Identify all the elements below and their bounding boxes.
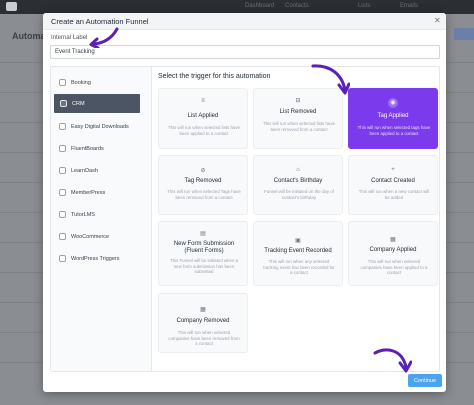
trigger-description: This will run when selected Tags have be… <box>167 189 241 200</box>
crm-icon <box>60 100 67 107</box>
sidebar-item-tutorlms[interactable]: TutorLMS <box>53 205 149 224</box>
nav-dashboard[interactable]: Dashboard <box>245 3 274 9</box>
trigger-description: This will run when selected tags have be… <box>357 125 431 136</box>
wordpress-logo-icon <box>6 2 17 11</box>
sidebar-item-label: CRM <box>72 100 85 107</box>
trigger-description: This will run when selected companies ha… <box>360 259 428 276</box>
trigger-card-company-removed[interactable]: ▦ Company Removed This will run when sel… <box>158 293 248 353</box>
sidebar-item-memberpress[interactable]: MemberPress <box>53 183 149 202</box>
trigger-card-tag-applied[interactable]: ◉ Tag Applied This will run when selecte… <box>348 88 438 149</box>
nav-contacts[interactable]: Contacts <box>285 3 309 9</box>
sidebar-item-edd[interactable]: Easy Digital Downloads <box>53 117 149 136</box>
trigger-description: This will run when a new contact will be… <box>358 189 430 200</box>
trigger-title: Tag Removed <box>184 178 222 184</box>
automation-funnel-modal: Create an Automation Funnel ✕ Internal L… <box>43 13 446 392</box>
tag-icon: ◉ <box>349 98 437 108</box>
trigger-title: Contact's Birthday <box>273 178 323 184</box>
trigger-card-form-submission[interactable]: ▤ New Form Submission (Fluent Forms) Thi… <box>158 221 248 286</box>
trigger-title: Tag Applied <box>377 113 409 119</box>
trigger-description: This will run when any selected tracking… <box>263 259 335 276</box>
form-icon: ▤ <box>200 231 206 237</box>
trigger-title: Tracking Event Recorded <box>264 248 332 254</box>
background-new-button[interactable] <box>454 28 474 40</box>
continue-button[interactable]: Continue <box>408 374 442 387</box>
sidebar-item-label: Easy Digital Downloads <box>71 123 129 130</box>
sidebar-item-crm[interactable]: CRM <box>54 94 140 113</box>
memberpress-icon <box>59 189 66 196</box>
wordpress-icon <box>59 255 66 262</box>
sidebar-item-label: WordPress Triggers <box>71 255 120 262</box>
trigger-description: This will run when selected lists have b… <box>263 121 335 132</box>
sidebar-item-wordpress-triggers[interactable]: WordPress Triggers <box>53 249 149 268</box>
trigger-selector: Booking CRM Easy Digital Downloads Fluen… <box>50 66 440 372</box>
annotation-arrow-icon <box>373 348 412 373</box>
tutorlms-icon <box>59 211 66 218</box>
booking-icon <box>59 79 66 86</box>
sidebar-item-fluentboards[interactable]: FluentBoards <box>53 139 149 158</box>
tag-remove-icon: ⊘ <box>200 168 206 174</box>
learndash-icon <box>59 167 66 174</box>
nav-lists[interactable]: Lists <box>358 3 370 9</box>
sidebar-item-label: LearnDash <box>71 167 98 174</box>
internal-label-heading: Internal Label <box>51 35 88 41</box>
trigger-card-contact-birthday[interactable]: ⌂ Contact's Birthday Funnel will be init… <box>253 155 343 215</box>
trigger-title: Company Applied <box>369 247 417 253</box>
trigger-title: New Form Submission (Fluent Forms) <box>173 241 235 254</box>
birthday-cake-icon: ⌂ <box>296 167 300 173</box>
edd-icon <box>59 123 66 130</box>
trigger-category-sidebar: Booking CRM Easy Digital Downloads Fluen… <box>51 67 152 371</box>
company-icon: ▦ <box>390 237 396 243</box>
annotation-arrow-icon <box>89 27 119 48</box>
annotation-arrow-icon <box>311 64 350 95</box>
modal-title: Create an Automation Funnel <box>51 17 149 26</box>
trigger-description: This Funnel will be initiated when a new… <box>169 258 239 275</box>
sidebar-item-label: TutorLMS <box>71 211 95 218</box>
trigger-title: Company Removed <box>176 318 230 324</box>
trigger-card-tracking-event[interactable]: ▣ Tracking Event Recorded This will run … <box>253 221 343 286</box>
tracking-icon: ▣ <box>295 238 301 244</box>
sidebar-item-woocommerce[interactable]: WooCommerce <box>53 227 149 246</box>
company-remove-icon: ▦ <box>200 307 206 313</box>
trigger-card-company-applied[interactable]: ▦ Company Applied This will run when sel… <box>348 221 438 286</box>
trigger-description: This will run when selected lists have b… <box>168 125 240 136</box>
sidebar-item-learndash[interactable]: LearnDash <box>53 161 149 180</box>
nav-emails[interactable]: Emails <box>400 3 418 9</box>
trigger-description: Funnel will be initiated on the day of c… <box>264 189 334 200</box>
trigger-card-list-applied[interactable]: ≡ List Applied This will run when select… <box>158 88 248 149</box>
trigger-title: Contact Created <box>371 178 415 184</box>
sidebar-item-label: FluentBoards <box>71 145 104 152</box>
trigger-description: This will run when selected companies ha… <box>168 330 240 347</box>
sidebar-item-label: Booking <box>71 79 91 86</box>
trigger-card-tag-removed[interactable]: ⊘ Tag Removed This will run when selecte… <box>158 155 248 215</box>
trigger-section-title: Select the trigger for this automation <box>158 73 271 80</box>
sidebar-item-booking[interactable]: Booking <box>53 73 149 92</box>
list-icon: ≡ <box>201 98 205 104</box>
woocommerce-icon <box>59 233 66 240</box>
trigger-title: List Applied <box>187 113 219 119</box>
sidebar-item-label: WooCommerce <box>71 233 110 240</box>
close-icon[interactable]: ✕ <box>434 16 441 25</box>
trigger-card-contact-created[interactable]: + Contact Created This will run when a n… <box>348 155 438 215</box>
plus-icon: + <box>391 167 395 173</box>
trigger-title: List Removed <box>279 109 317 115</box>
list-remove-icon: ⊟ <box>295 98 301 104</box>
sidebar-item-label: MemberPress <box>71 189 106 196</box>
fluentboards-icon <box>59 145 66 152</box>
admin-topbar: Dashboard Contacts Lists Emails <box>0 0 474 14</box>
